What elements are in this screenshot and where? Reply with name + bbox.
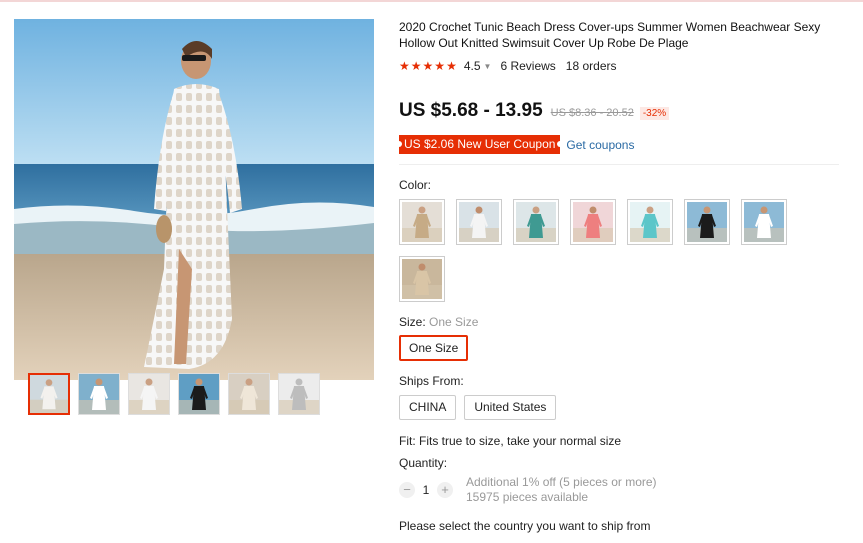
color-swatches: [399, 199, 819, 302]
size-label: Size:: [399, 315, 426, 329]
star-icon: ★: [399, 59, 410, 73]
beach-dress-photo: [14, 19, 374, 380]
rating-value: 4.5: [463, 59, 481, 73]
star-icon: ★: [410, 59, 422, 73]
reviews-link[interactable]: 6 Reviews: [500, 59, 555, 73]
ship-option-united-states[interactable]: United States: [464, 395, 557, 420]
ship-option-china[interactable]: CHINA: [399, 395, 457, 420]
pieces-available: 15975 pieces available: [466, 490, 589, 504]
size-label-row: Size: One Size: [399, 315, 478, 329]
color-swatch[interactable]: [741, 199, 787, 245]
new-user-coupon[interactable]: US $2.06 New User Coupon: [395, 135, 564, 154]
chevron-down-icon[interactable]: ▼: [484, 62, 492, 71]
size-option-one-size[interactable]: One Size: [399, 335, 469, 361]
quantity-notes: Additional 1% off (5 pieces or more) 159…: [466, 475, 657, 505]
star-icon: ★: [434, 59, 446, 73]
gallery-thumbnail[interactable]: [128, 373, 170, 415]
quantity-stepper: − 1 + Additional 1% off (5 pieces or mor…: [399, 475, 657, 505]
quantity-decrease-button[interactable]: −: [399, 482, 415, 498]
color-swatch[interactable]: [570, 199, 616, 245]
gallery-thumbnail[interactable]: [178, 373, 220, 415]
bulk-discount-note: Additional 1% off (5 pieces or more): [466, 475, 657, 489]
product-gallery: [14, 19, 374, 380]
main-product-image[interactable]: [14, 19, 374, 380]
gallery-thumbnail[interactable]: [78, 373, 120, 415]
color-swatch[interactable]: [399, 256, 445, 302]
page-top-border: [0, 0, 863, 2]
quantity-label: Quantity:: [399, 456, 448, 470]
ships-from-options: CHINA United States: [399, 395, 557, 420]
gallery-thumbnail[interactable]: [28, 373, 70, 415]
orders-count: 18 orders: [565, 59, 617, 73]
rating-row: ★ ★ ★ ★ ★ 4.5 ▼ 6 Reviews 18 orders: [399, 58, 617, 74]
fit-info: Fit: Fits true to size, take your normal…: [399, 434, 622, 448]
color-swatch[interactable]: [627, 199, 673, 245]
color-swatch[interactable]: [513, 199, 559, 245]
color-swatch[interactable]: [399, 199, 445, 245]
original-price: US $8.36 - 20.52: [550, 107, 634, 119]
divider: [399, 164, 839, 165]
price-row: US $5.68 - 13.95 US $8.36 - 20.52 -32%: [399, 100, 670, 122]
discount-badge: -32%: [639, 107, 670, 120]
thumbnail-strip: [28, 373, 320, 415]
quantity-input[interactable]: 1: [415, 483, 437, 497]
get-coupons-link[interactable]: Get coupons: [566, 138, 634, 152]
current-price: US $5.68 - 13.95: [399, 100, 543, 121]
product-title: 2020 Crochet Tunic Beach Dress Cover-ups…: [399, 20, 821, 50]
coupon-row: US $2.06 New User Coupon Get coupons: [395, 135, 634, 154]
gallery-thumbnail[interactable]: [278, 373, 320, 415]
color-swatch[interactable]: [456, 199, 502, 245]
gallery-thumbnail[interactable]: [228, 373, 270, 415]
star-rating: ★ ★ ★ ★ ★: [399, 60, 457, 72]
star-icon: ★: [446, 59, 457, 73]
color-label: Color:: [399, 178, 432, 192]
selected-size: One Size: [429, 315, 479, 329]
star-icon: ★: [422, 59, 434, 73]
quantity-increase-button[interactable]: +: [437, 482, 453, 498]
ships-from-label: Ships From:: [399, 374, 464, 388]
color-swatch[interactable]: [684, 199, 730, 245]
shipping-country-note: Please select the country you want to sh…: [399, 519, 651, 533]
